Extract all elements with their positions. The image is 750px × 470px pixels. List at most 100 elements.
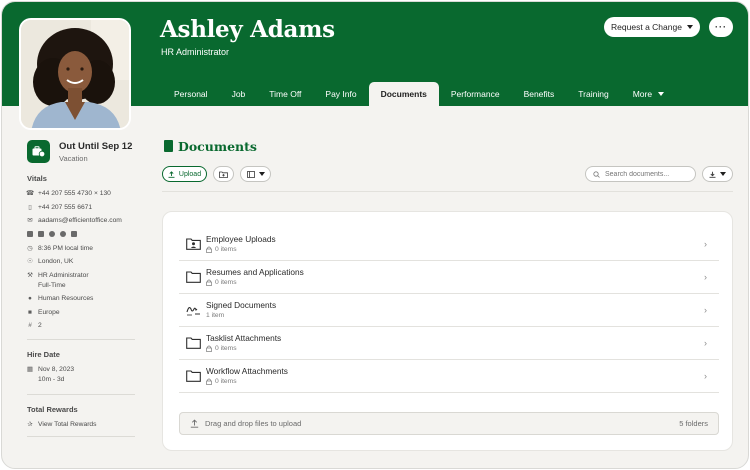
folder-meta: 0 items (206, 345, 237, 352)
upload-icon (190, 419, 199, 428)
mobile-phone: +44 207 555 6671 (38, 204, 93, 211)
folder-user-icon (186, 238, 201, 250)
folder-icon (186, 337, 201, 349)
instagram-icon[interactable] (71, 231, 77, 237)
tab-label: Pay Info (325, 89, 357, 99)
list-view-icon (246, 170, 255, 178)
folder-row[interactable]: Tasklist Attachments 0 items › (179, 327, 719, 360)
folder-row[interactable]: Employee Uploads 0 items › (179, 228, 719, 261)
folder-item-count: 0 items (215, 378, 237, 385)
view-toggle-button[interactable] (240, 166, 271, 182)
tab-personal[interactable]: Personal (162, 82, 220, 106)
upload-button[interactable]: Upload (162, 166, 207, 182)
lock-icon (206, 279, 212, 286)
folder-icon (186, 370, 201, 382)
hash-icon: # (28, 322, 32, 329)
work-phone: +44 207 555 4730 × 130 (38, 190, 111, 197)
folder-name: Workflow Attachments (206, 366, 288, 376)
out-of-office-badge (27, 140, 50, 163)
request-change-button[interactable]: Request a Change (604, 17, 700, 37)
folder-meta: 1 item (206, 312, 224, 319)
folder-name: Resumes and Applications (206, 267, 304, 277)
department-row: ● Human Resources (27, 294, 93, 304)
facebook-icon[interactable] (49, 231, 55, 237)
tenure: 10m - 3d (38, 376, 65, 383)
profile-photo (19, 18, 131, 130)
tab-pay-info[interactable]: Pay Info (313, 82, 368, 106)
tab-label: Personal (174, 89, 208, 99)
hire-date: Nov 8, 2023 (38, 366, 75, 373)
email-row[interactable]: ✉ aadams@efficientoffice.com (27, 216, 122, 226)
chevron-right-icon: › (704, 305, 707, 315)
download-icon (709, 171, 716, 178)
file-dropzone[interactable]: Drag and drop files to upload 5 folders (179, 412, 719, 435)
local-time-row: ◷ 8:36 PM local time (27, 244, 93, 254)
status-subtitle: Vacation (59, 154, 88, 163)
chevron-down-icon (658, 92, 665, 96)
twitter-icon[interactable] (38, 231, 44, 237)
chevron-right-icon: › (704, 239, 707, 249)
calendar-icon: ▦ (26, 366, 34, 373)
folder-item-count: 1 item (206, 312, 225, 319)
view-total-rewards-label: View Total Rewards (38, 421, 97, 428)
signature-icon (186, 306, 200, 316)
folder-row[interactable]: Workflow Attachments 0 items › (179, 360, 719, 393)
folder-meta: 0 items (206, 378, 237, 385)
chart-icon: ■ (28, 309, 32, 316)
chevron-right-icon: › (704, 272, 707, 282)
folder-name: Tasklist Attachments (206, 333, 282, 343)
search-icon (593, 170, 600, 178)
division-row: ■ Europe (27, 308, 60, 318)
hire-date-heading: Hire Date (27, 350, 60, 359)
new-folder-button[interactable] (213, 166, 234, 182)
mobile-phone-row: ▯ +44 207 555 6671 (27, 203, 92, 213)
folder-name: Employee Uploads (206, 234, 276, 244)
employment-type: Full-Time (38, 282, 66, 289)
toolbar-divider (162, 191, 733, 192)
chevron-down-icon (258, 172, 265, 176)
tab-performance[interactable]: Performance (439, 82, 512, 106)
more-options-button[interactable]: ··· (709, 17, 733, 37)
award-icon: ✰ (27, 421, 33, 428)
search-input[interactable] (605, 170, 695, 178)
search-box[interactable] (585, 166, 696, 182)
tab-label: Time Off (269, 89, 302, 99)
chevron-right-icon: › (704, 338, 707, 348)
pinterest-icon[interactable] (60, 231, 66, 237)
hire-date-row: ▦ Nov 8, 2023 10m - 3d (27, 365, 74, 385)
folder-plus-icon (219, 171, 228, 178)
lock-icon (206, 246, 212, 253)
employee-number: 2 (38, 322, 42, 329)
dropzone-label: Drag and drop files to upload (205, 419, 302, 428)
section-title: Documents (178, 139, 257, 154)
folder-item-count: 0 items (215, 279, 237, 286)
tab-time-off[interactable]: Time Off (257, 82, 313, 106)
people-icon: ● (28, 295, 32, 302)
department: Human Resources (38, 295, 94, 302)
linkedin-icon[interactable] (27, 231, 33, 237)
tab-label: Training (578, 89, 609, 99)
tab-more[interactable]: More (621, 82, 676, 106)
tab-training[interactable]: Training (566, 82, 620, 106)
division: Europe (38, 309, 60, 316)
folder-row[interactable]: Resumes and Applications 0 items › (179, 261, 719, 294)
app-window: Ashley Adams HR Administrator Request a … (1, 1, 749, 469)
ellipsis-icon: ··· (715, 22, 727, 32)
social-links (27, 231, 77, 237)
status-title: Out Until Sep 12 (59, 141, 133, 152)
tab-documents[interactable]: Documents (368, 82, 439, 106)
job-row: ⚒ HR Administrator Full-Time (27, 271, 89, 291)
tab-benefits[interactable]: Benefits (512, 82, 567, 106)
lock-icon (206, 378, 212, 385)
tab-job[interactable]: Job (220, 82, 258, 106)
sidebar-divider (27, 339, 135, 340)
employee-title: HR Administrator (161, 47, 230, 57)
job-title-value: HR Administrator (38, 272, 89, 279)
download-button[interactable] (702, 166, 733, 182)
suitcase-clock-icon (32, 146, 45, 157)
email-link[interactable]: aadams@efficientoffice.com (38, 216, 122, 226)
folders-card: Employee Uploads 0 items › Resumes and A… (162, 211, 733, 451)
folder-row[interactable]: Signed Documents 1 item › (179, 294, 719, 327)
view-total-rewards-link[interactable]: ✰ View Total Rewards (27, 420, 96, 430)
chevron-right-icon: › (704, 371, 707, 381)
